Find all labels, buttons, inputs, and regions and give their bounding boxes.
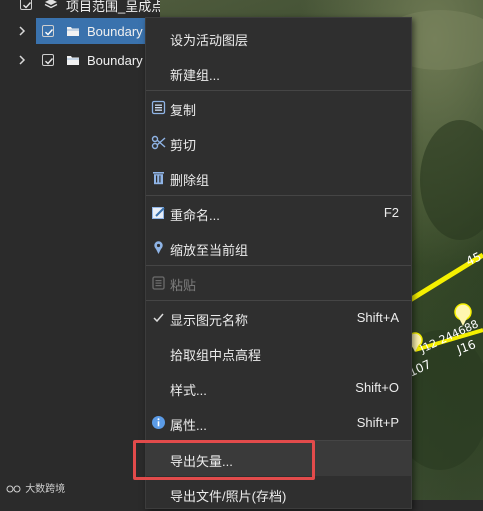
- chevron-right-icon[interactable]: [16, 25, 28, 37]
- menu-item-properties[interactable]: 属性... Shift+P: [146, 405, 411, 440]
- menu-item-style[interactable]: 样式... Shift+O: [146, 370, 411, 405]
- menu-item-set-active-layer[interactable]: 设为活动图层: [146, 20, 411, 55]
- rename-icon: [151, 205, 166, 220]
- menu-item-paste: 粘贴: [146, 265, 411, 300]
- scissors-icon: [151, 135, 166, 150]
- tree-row-root[interactable]: 项目范围_呈成点位_养证...: [0, 0, 221, 17]
- tree-row-boundary-2[interactable]: Boundary: [0, 47, 160, 73]
- menu-item-export-vector[interactable]: 导出矢量...: [146, 441, 411, 476]
- menu-item-cut[interactable]: 剪切: [146, 125, 411, 160]
- shortcut-shift-a: Shift+A: [356, 310, 399, 325]
- context-menu: 设为活动图层 新建组... 复制 剪切 删除组 重命名... F2 缩放至当前组…: [145, 17, 412, 509]
- menu-item-copy[interactable]: 复制: [146, 90, 411, 125]
- menu-item-delete-group[interactable]: 删除组: [146, 160, 411, 195]
- zoom-pin-icon: [151, 240, 166, 255]
- menu-item-zoom-to-group[interactable]: 缩放至当前组: [146, 230, 411, 265]
- shortcut-f2: F2: [383, 205, 399, 220]
- menu-item-export-file-photo[interactable]: 导出文件/照片(存档): [146, 476, 411, 511]
- watermark: 大数跨境: [6, 480, 65, 495]
- layer-label-boundary-1: Boundary: [87, 24, 143, 39]
- trash-icon: [151, 170, 166, 185]
- shortcut-shift-p: Shift+P: [356, 415, 399, 430]
- checkmark-icon: [151, 310, 166, 325]
- info-icon: [151, 415, 166, 430]
- watermark-text: 大数跨境: [25, 484, 66, 495]
- layer-tree: 项目范围_呈成点位_养证... Boundary Boundary: [0, 0, 221, 500]
- watermark-logo-icon: [6, 483, 22, 495]
- paste-icon: [151, 275, 166, 290]
- menu-item-show-feature-names[interactable]: 显示图元名称 Shift+A: [146, 300, 411, 335]
- folder-icon: [66, 25, 80, 37]
- checkbox-root[interactable]: [20, 0, 32, 10]
- menu-item-pick-elevation[interactable]: 拾取组中点高程: [146, 335, 411, 370]
- layers-icon: [44, 0, 58, 10]
- folder-icon: [66, 54, 80, 66]
- shortcut-shift-o: Shift+O: [355, 380, 399, 395]
- layer-label-boundary-2: Boundary: [87, 53, 143, 68]
- menu-item-rename[interactable]: 重命名... F2: [146, 195, 411, 230]
- checkbox-boundary-2[interactable]: [42, 54, 54, 66]
- checkbox-boundary-1[interactable]: [42, 25, 54, 37]
- tree-row-boundary-1[interactable]: Boundary: [0, 18, 160, 44]
- copy-icon: [151, 100, 166, 115]
- menu-item-new-group[interactable]: 新建组...: [146, 55, 411, 90]
- chevron-right-icon[interactable]: [16, 54, 28, 66]
